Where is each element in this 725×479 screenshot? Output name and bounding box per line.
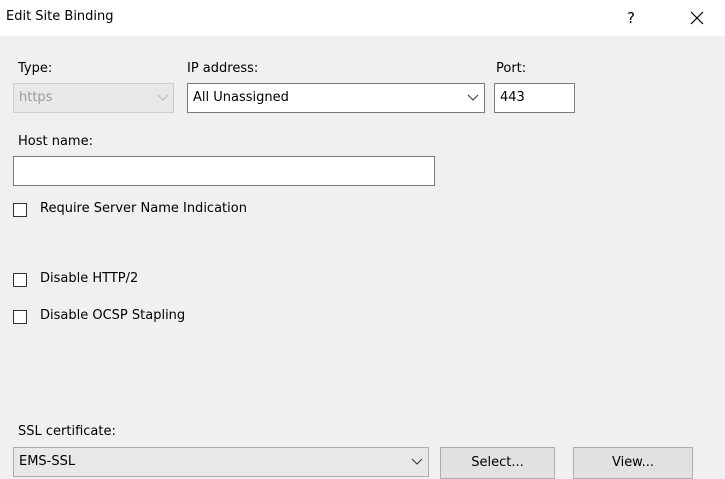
dialog-title: Edit Site Binding — [6, 9, 114, 24]
ssl-certificate-value: EMS-SSL — [19, 454, 76, 469]
ip-address-label: IP address: — [187, 61, 259, 76]
port-input[interactable]: 443 — [494, 83, 575, 113]
host-name-label: Host name: — [18, 134, 93, 149]
help-button[interactable]: ? — [616, 6, 646, 30]
type-label: Type: — [18, 61, 53, 76]
edit-site-binding-dialog: { "window": { "title": "Edit Site Bindin… — [0, 0, 725, 479]
title-bar: Edit Site Binding ? — [0, 0, 725, 36]
disable-http2-label[interactable]: Disable HTTP/2 — [40, 271, 138, 286]
sni-label[interactable]: Require Server Name Indication — [40, 201, 247, 216]
disable-ocsp-checkbox[interactable] — [13, 310, 27, 324]
disable-ocsp-label[interactable]: Disable OCSP Stapling — [40, 308, 185, 323]
select-certificate-button[interactable]: Select... — [440, 447, 555, 479]
type-select[interactable]: https — [13, 83, 174, 113]
chevron-down-icon — [157, 94, 169, 101]
port-label: Port: — [496, 61, 527, 76]
chevron-down-icon — [467, 94, 479, 101]
disable-http2-checkbox[interactable] — [13, 273, 27, 287]
ip-address-select[interactable]: All Unassigned — [187, 83, 485, 113]
ssl-certificate-label: SSL certificate: — [18, 424, 116, 439]
chevron-down-icon — [411, 458, 423, 465]
close-icon — [690, 11, 704, 25]
ssl-certificate-select[interactable]: EMS-SSL — [13, 447, 429, 477]
view-certificate-button[interactable]: View... — [573, 447, 693, 479]
host-name-input[interactable] — [13, 156, 435, 186]
ip-address-value: All Unassigned — [193, 90, 289, 105]
type-select-value: https — [19, 90, 53, 105]
sni-checkbox[interactable] — [13, 203, 27, 217]
close-button[interactable] — [680, 4, 714, 32]
